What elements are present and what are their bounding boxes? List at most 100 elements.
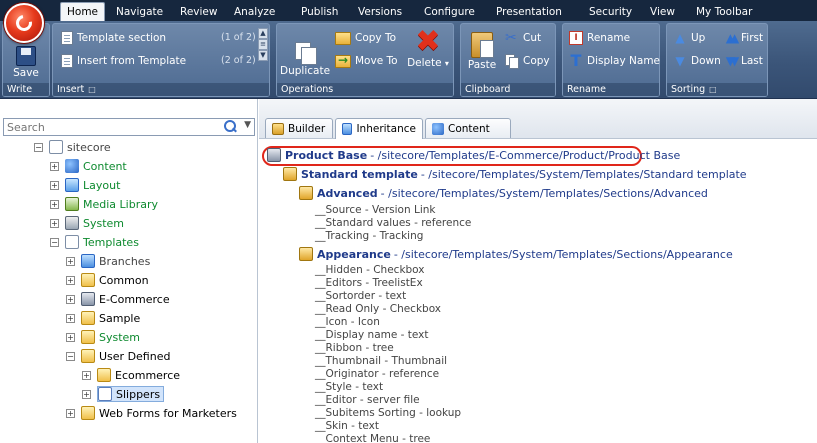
expand-icon[interactable]: + [66, 313, 75, 323]
expand-icon[interactable]: + [66, 332, 75, 342]
scroll-more-icon[interactable]: ≡ [258, 39, 268, 50]
tab-builder[interactable]: Builder [265, 118, 333, 138]
expand-icon[interactable]: + [82, 370, 91, 380]
tab-analyze[interactable]: Analyze [228, 3, 281, 21]
inheritance-product-base[interactable]: Product Base - /sitecore/Templates/E-Com… [267, 148, 680, 162]
tab-navigate[interactable]: Navigate [110, 3, 169, 21]
display-name-button[interactable]: T Display Name [569, 53, 661, 69]
insert-template-section-button[interactable]: Template section [61, 30, 166, 46]
collapse-icon[interactable]: − [66, 351, 75, 361]
branches-node-icon [81, 254, 95, 268]
first-button[interactable]: ▲▲ First [723, 30, 763, 46]
expand-icon[interactable]: + [66, 294, 75, 304]
editor-tabstrip: Builder Inheritance Content [259, 99, 817, 139]
expand-icon[interactable]: + [66, 256, 75, 266]
tree-node-slippers[interactable]: + Slippers [82, 385, 165, 403]
tree-node-templates[interactable]: − Templates [50, 233, 139, 251]
field-item: __Thumbnail - Thumbnail [315, 355, 448, 367]
down-button[interactable]: ▼ Down [673, 53, 720, 69]
tab-security[interactable]: Security [583, 3, 638, 21]
copy-to-button[interactable]: Copy To [335, 30, 396, 46]
scroll-up-icon[interactable]: ▲ [258, 28, 268, 39]
expand-icon[interactable]: + [50, 180, 59, 190]
templates-node-icon [65, 235, 79, 249]
template-section-icon [61, 31, 73, 45]
tab-label: Inheritance [356, 123, 416, 135]
insert-item-label: Template section [77, 32, 167, 44]
tree-node-branches[interactable]: + Branches [66, 252, 150, 270]
dialog-launcher-icon[interactable]: □ [709, 85, 717, 94]
field-item: __Editors - TreelistEx [315, 277, 423, 289]
copy-to-label: Copy To [355, 32, 397, 44]
selected-item[interactable]: Slippers [97, 386, 165, 402]
group-operations: Duplicate Copy To Move To ✖ Delete ▾ Ope… [276, 23, 454, 97]
chevron-down-icon[interactable]: ▼ [244, 120, 251, 130]
duplicate-button[interactable]: Duplicate [280, 42, 330, 77]
tab-presentation[interactable]: Presentation [490, 3, 568, 21]
tree-node-common[interactable]: + Common [66, 271, 149, 289]
section-icon [299, 247, 313, 261]
folder-icon [81, 311, 95, 325]
search-input[interactable] [4, 119, 214, 135]
section-name: Appearance [317, 247, 391, 261]
insert-from-template-button[interactable]: Insert from Template [61, 53, 186, 69]
field-item: __Standard values - reference [315, 217, 472, 229]
tree-node-content[interactable]: + Content [50, 157, 127, 175]
tab-content[interactable]: Content [425, 118, 511, 138]
tree-node-ecommerce[interactable]: + E-Commerce [66, 290, 170, 308]
expand-icon[interactable]: + [82, 389, 91, 399]
copy-button[interactable]: Copy [505, 53, 550, 69]
tab-configure[interactable]: Configure [418, 3, 481, 21]
tab-view[interactable]: View [644, 3, 681, 21]
paste-button[interactable]: Paste [465, 32, 499, 71]
tab-publish[interactable]: Publish [295, 3, 344, 21]
rename-button[interactable]: I Rename [569, 30, 630, 46]
tab-review[interactable]: Review [174, 3, 223, 21]
inheritance-standard-template[interactable]: Standard template - /sitecore/Templates/… [283, 167, 747, 181]
up-button[interactable]: ▲ Up [673, 30, 705, 46]
field-item: __Read Only - Checkbox [315, 303, 442, 315]
expand-icon[interactable]: + [50, 161, 59, 171]
group-sorting: ▲ Up ▼ Down ▲▲ First ▼▼ Last Sorting □ [666, 23, 768, 97]
tree-node-web-forms[interactable]: + Web Forms for Marketers [66, 404, 237, 422]
tree-node-label: System [99, 330, 141, 344]
move-to-button[interactable]: Move To [335, 53, 398, 69]
tab-my-toolbar[interactable]: My Toolbar [690, 3, 758, 21]
expand-icon[interactable]: + [50, 199, 59, 209]
tab-home[interactable]: Home [60, 2, 106, 21]
save-button[interactable]: Save [7, 46, 45, 79]
search-icon[interactable] [224, 120, 237, 133]
cut-button[interactable]: ✂ Cut [505, 30, 541, 46]
inheritance-appearance-section[interactable]: Appearance - /sitecore/Templates/System/… [299, 247, 733, 261]
field-item: __Style - text [315, 381, 384, 393]
tree-node-ecommerce-user[interactable]: + Ecommerce [82, 366, 180, 384]
field-item: __Context Menu - tree [315, 433, 431, 443]
tree-node-sample[interactable]: + Sample [66, 309, 140, 327]
expand-icon[interactable]: + [50, 218, 59, 228]
tree-node-sitecore[interactable]: − sitecore [34, 138, 111, 156]
tree-node-system-templates[interactable]: + System [66, 328, 140, 346]
tree-node-system[interactable]: + System [50, 214, 124, 232]
tree-node-user-defined[interactable]: − User Defined [66, 347, 170, 365]
field-item: __Sortorder - text [315, 290, 407, 302]
tree-node-media-library[interactable]: + Media Library [50, 195, 158, 213]
expand-icon[interactable]: + [66, 408, 75, 418]
section-icon [299, 186, 313, 200]
dialog-launcher-icon[interactable]: □ [88, 85, 96, 94]
last-button[interactable]: ▼▼ Last [723, 53, 763, 69]
ecommerce-node-icon [81, 292, 95, 306]
delete-button[interactable]: ✖ Delete ▾ [405, 27, 451, 70]
tree-node-label: E-Commerce [99, 292, 170, 306]
collapse-icon[interactable]: − [50, 237, 59, 247]
copy-icon [505, 54, 519, 69]
sitecore-orb-button[interactable] [4, 3, 44, 43]
collapse-icon[interactable]: − [34, 142, 43, 152]
tab-versions[interactable]: Versions [352, 3, 408, 21]
scroll-down-icon[interactable]: ▼ [258, 50, 268, 61]
tree-node-layout[interactable]: + Layout [50, 176, 120, 194]
expand-icon[interactable]: + [66, 275, 75, 285]
tab-label: Content [448, 122, 490, 135]
tab-inheritance[interactable]: Inheritance [335, 118, 423, 139]
inheritance-advanced-section[interactable]: Advanced - /sitecore/Templates/System/Te… [299, 186, 708, 200]
insert-gallery-scroll[interactable]: ▲ ≡ ▼ [258, 28, 268, 61]
